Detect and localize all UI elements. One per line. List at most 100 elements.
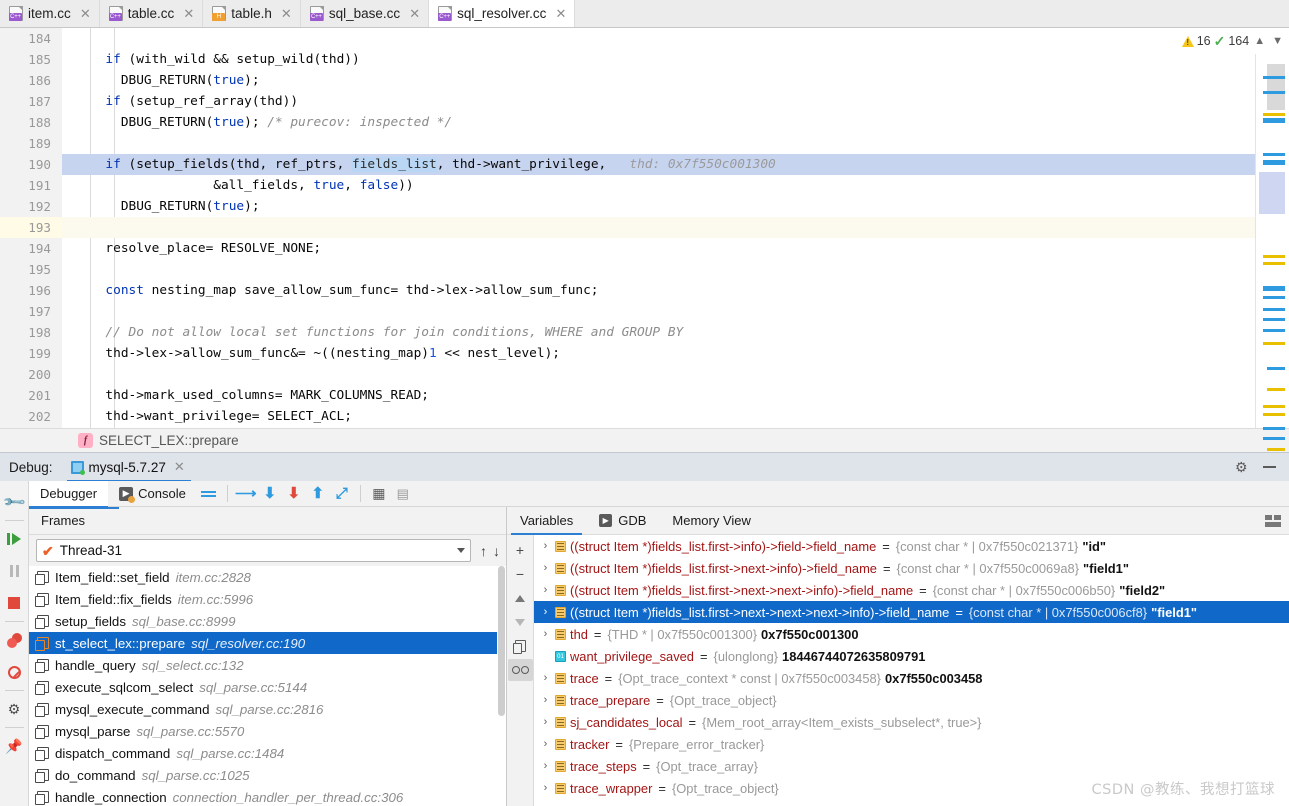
code-line[interactable] [62, 364, 1255, 385]
frame-row[interactable]: dispatch_command sql_parse.cc:1484 [29, 742, 506, 764]
gear-icon[interactable]: ⚙ [1235, 460, 1249, 474]
variable-row[interactable]: › trace_prepare = {Opt_trace_object} [534, 689, 1289, 711]
debug-session-tab[interactable]: mysql-5.7.27 ✕ [66, 453, 191, 482]
inspect-icon[interactable] [507, 659, 533, 681]
tab-console[interactable]: ▶ Console [108, 481, 197, 507]
code-line[interactable] [62, 28, 1255, 49]
frame-row[interactable]: st_select_lex::prepare sql_resolver.cc:19… [29, 632, 506, 655]
variable-row[interactable]: › trace_wrapper = {Opt_trace_object} [534, 777, 1289, 799]
code-line[interactable]: resolve_place= RESOLVE_NONE; [62, 238, 1255, 259]
frame-row[interactable]: execute_sqlcom_select sql_parse.cc:5144 [29, 676, 506, 698]
chevron-right-icon[interactable]: › [540, 540, 551, 552]
variable-row[interactable]: › ((struct Item *)fields_list.first->next… [534, 557, 1289, 579]
chevron-right-icon[interactable]: › [540, 672, 551, 684]
variable-row[interactable]: › ((struct Item *)fields_list.first->info… [534, 535, 1289, 557]
code-line[interactable]: // Do not allow local set functions for … [62, 322, 1255, 343]
code-line[interactable]: if (setup_ref_array(thd)) [62, 91, 1255, 112]
chevron-right-icon[interactable]: › [540, 584, 551, 596]
step-out-icon[interactable]: ⬆ [306, 483, 330, 505]
code-editor[interactable]: 184 185 186 187 188 189 190 191 192 193 194 195 196 1… [0, 28, 1255, 428]
frame-row[interactable]: handle_connection connection_handler_per_… [29, 786, 506, 806]
code-analysis-strip[interactable]: 16 ✓ 164 ▲ ▼ [1129, 28, 1289, 451]
chevron-right-icon[interactable]: › [540, 562, 551, 574]
variable-row[interactable]: › ((struct Item *)fields_list.first->next… [534, 601, 1289, 623]
code-line[interactable]: thd->mark_used_columns= MARK_COLUMNS_REA… [62, 385, 1255, 406]
layout-settings-icon[interactable] [197, 483, 221, 505]
frames-scrollbar[interactable] [497, 566, 506, 806]
frame-row[interactable]: handle_query sql_select.cc:132 [29, 654, 506, 676]
chevron-right-icon[interactable]: › [540, 716, 551, 728]
variable-row[interactable]: › ((struct Item *)fields_list.first->next… [534, 579, 1289, 601]
stop-program-icon[interactable] [0, 587, 29, 619]
code-line[interactable]: DBUG_RETURN(true); [62, 196, 1255, 217]
frame-row[interactable]: Item_field::fix_fields item.cc:5996 [29, 588, 506, 610]
step-into-icon[interactable]: ⬇ [258, 483, 282, 505]
marker-bar[interactable] [1259, 54, 1285, 451]
editor-tab-sql-resolver-cc[interactable]: C++ sql_resolver.cc ✕ [429, 0, 576, 27]
frame-row[interactable]: mysql_parse sql_parse.cc:5570 [29, 720, 506, 742]
code-line[interactable] [62, 133, 1255, 154]
thread-dropdown[interactable]: ✔ Thread-31 [36, 539, 471, 563]
wrench-icon[interactable]: 🔧 [0, 486, 29, 518]
move-up-icon[interactable] [508, 587, 533, 609]
editor-tab-item-cc[interactable]: C++ item.cc ✕ [0, 0, 100, 27]
remove-watch-icon[interactable]: − [508, 563, 533, 585]
force-step-into-icon[interactable]: ⬇ [282, 483, 306, 505]
chevron-right-icon[interactable]: › [540, 782, 551, 794]
settings-icon[interactable]: ⚙ [0, 693, 29, 725]
frame-row[interactable]: do_command sql_parse.cc:1025 [29, 764, 506, 786]
chevron-right-icon[interactable]: › [540, 628, 551, 640]
frame-row[interactable]: setup_fields sql_base.cc:8999 [29, 610, 506, 632]
variable-row[interactable]: › sj_candidates_local = {Mem_root_array<Ite… [534, 711, 1289, 733]
code-line[interactable]: DBUG_RETURN(true); [62, 70, 1255, 91]
chevron-right-icon[interactable]: › [540, 760, 551, 772]
code-line[interactable]: thd->lex->allow_sum_func&= ~((nesting_ma… [62, 343, 1255, 364]
editor-tab-table-cc[interactable]: C++ table.cc ✕ [100, 0, 204, 27]
copy-icon[interactable] [508, 635, 533, 657]
tab-gdb[interactable]: ▶ GDB [586, 507, 659, 535]
code-line[interactable]: if (setup_fields(thd, ref_ptrs, fields_l… [62, 154, 1255, 175]
frame-up-icon[interactable]: ↑ [480, 543, 487, 559]
minimize-icon[interactable] [1263, 466, 1276, 468]
variable-row[interactable]: › tracker = {Prepare_error_tracker} [534, 733, 1289, 755]
close-icon[interactable]: ✕ [409, 7, 420, 20]
frame-down-icon[interactable]: ↓ [493, 543, 500, 559]
chevron-right-icon[interactable]: › [540, 738, 551, 750]
variable-row[interactable]: › trace_steps = {Opt_trace_array} [534, 755, 1289, 777]
pin-icon[interactable]: 📌 [0, 730, 29, 762]
add-watch-icon[interactable]: + [508, 539, 533, 561]
code-line[interactable]: DBUG_RETURN(true); /* purecov: inspected… [62, 112, 1255, 133]
variable-row[interactable]: › thd = {THD * | 0x7f550c001300} 0x7f550c00… [534, 623, 1289, 645]
run-to-cursor-icon[interactable]: ⤢ [330, 483, 354, 505]
pause-program-icon[interactable] [0, 555, 29, 587]
tab-variables[interactable]: Variables [507, 507, 586, 535]
code-line[interactable]: if (with_wild && setup_wild(thd)) [62, 49, 1255, 70]
breadcrumb[interactable]: f SELECT_LEX::prepare [0, 428, 1289, 452]
chevron-right-icon[interactable]: › [540, 694, 551, 706]
mute-breakpoints-icon[interactable] [0, 656, 29, 688]
evaluate-expression-icon[interactable]: ▦ [367, 483, 391, 505]
chevron-up-icon[interactable]: ▲ [1252, 35, 1267, 47]
layout-icon[interactable] [1265, 514, 1281, 527]
frames-header[interactable]: Frames [29, 507, 506, 535]
code-content[interactable]: if (with_wild && setup_wild(thd)) DBUG_R… [62, 28, 1255, 428]
chevron-down-icon[interactable]: ▼ [1270, 35, 1285, 47]
code-line[interactable]: const nesting_map save_allow_sum_func= t… [62, 280, 1255, 301]
tab-memory-view[interactable]: Memory View [659, 507, 764, 535]
code-line[interactable] [62, 301, 1255, 322]
close-icon[interactable]: ✕ [174, 459, 185, 475]
step-over-icon[interactable]: ⟶ [234, 483, 258, 505]
close-icon[interactable]: ✕ [80, 7, 91, 20]
frame-row[interactable]: Item_field::set_field item.cc:2828 [29, 566, 506, 588]
close-icon[interactable]: ✕ [183, 7, 194, 20]
close-icon[interactable]: ✕ [555, 7, 566, 20]
variables-list[interactable]: › ((struct Item *)fields_list.first->info… [534, 535, 1289, 806]
editor-tab-sql-base-cc[interactable]: C++ sql_base.cc ✕ [301, 0, 430, 27]
code-line[interactable] [62, 217, 1255, 238]
show-variables-icon[interactable]: ▤ [391, 483, 415, 505]
variable-row[interactable]: › trace = {Opt_trace_context * const | 0x7f… [534, 667, 1289, 689]
close-icon[interactable]: ✕ [281, 7, 292, 20]
tab-debugger[interactable]: Debugger [29, 480, 109, 508]
frame-row[interactable]: mysql_execute_command sql_parse.cc:2816 [29, 698, 506, 720]
move-down-icon[interactable] [508, 611, 533, 633]
